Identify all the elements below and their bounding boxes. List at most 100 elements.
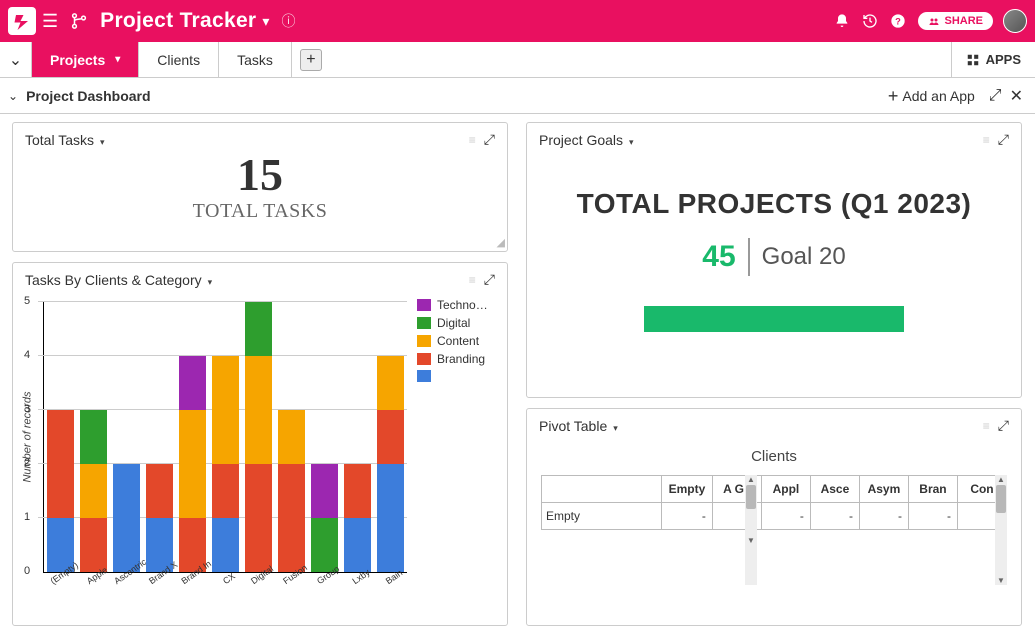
legend-item[interactable]: Content [417,334,503,348]
share-label: SHARE [944,15,983,27]
dashboard-title: Project Dashboard [26,88,150,104]
panel-title[interactable]: Tasks By Clients & Category [25,272,212,288]
drag-handle-icon[interactable]: ≡ [469,273,474,287]
legend-label: Digital [437,316,470,330]
pivot-cell: - [908,503,957,530]
chart-legend: Techno… Digital Content Branding [413,292,507,582]
pivot-col-header[interactable]: Empty [662,476,713,503]
left-column: Total Tasks ≡ ⤢ 15 TOTAL TASKS ◢ Tasks B… [12,122,508,626]
pivot-cell: - [761,503,810,530]
help-icon[interactable]: ? [884,9,912,33]
branch-icon[interactable] [64,8,94,34]
legend-item[interactable]: Branding [417,352,503,366]
pivot-col-header[interactable]: Bran [908,476,957,503]
fullscreen-icon[interactable]: ⤢ [985,83,1006,109]
legend-swatch [417,299,431,311]
pivot-table[interactable]: EmptyA G IApplAsceAsymBranConEmpty------… [541,475,1007,530]
tab-projects[interactable]: Projects [32,42,139,77]
share-button[interactable]: SHARE [918,12,993,30]
top-bar: ☰ Project Tracker ▾ ⓘ ? SHARE [0,0,1035,42]
progress-bar [644,306,904,332]
resize-handle-icon[interactable]: ◢ [497,236,505,249]
add-app-label: Add an App [902,88,974,104]
legend-swatch [417,317,431,329]
expand-icon[interactable]: ⤢ [998,417,1009,434]
scrollbar-v[interactable]: ▲ ▼ [745,475,757,585]
info-icon[interactable]: ⓘ [275,7,301,35]
legend-swatch [417,370,431,382]
right-column: Project Goals ≡ ⤢ TOTAL PROJECTS (Q1 202… [526,122,1022,626]
total-tasks-metric: 15 TOTAL TASKS [13,152,507,223]
legend-item[interactable]: Techno… [417,298,503,312]
apps-button[interactable]: APPS [951,42,1035,77]
app-logo[interactable] [8,7,36,35]
bar: Brand X [143,302,176,572]
collapse-icon[interactable]: ⌄ [8,89,18,103]
drag-handle-icon[interactable]: ≡ [983,419,988,433]
panel-tasks-chart: Tasks By Clients & Category ≡ ⤢ Number o… [12,262,508,626]
total-tasks-label: TOTAL TASKS [13,200,507,223]
legend-label: Techno… [437,298,488,312]
pivot-col-header[interactable]: Asym [859,476,908,503]
expand-icon[interactable]: ⤢ [484,271,495,288]
add-tab-button[interactable]: + [300,49,322,71]
bar: Fusion [275,302,308,572]
divider [748,238,750,276]
history-icon[interactable] [856,9,884,33]
panel-pivot-table: Pivot Table ≡ ⤢ Clients EmptyA G IApplAs… [526,408,1022,626]
bar: Group [308,302,341,572]
pivot-col-header[interactable]: Asce [810,476,859,503]
pivot-row-header[interactable]: Empty [542,503,662,530]
bar: Apple [77,302,110,572]
stacked-bar-chart: Number of records 012345 (Empty)AppleAsc… [13,292,507,596]
panel-project-goals: Project Goals ≡ ⤢ TOTAL PROJECTS (Q1 202… [526,122,1022,398]
panel-title[interactable]: Total Tasks [25,132,105,148]
dashboard-header: ⌄ Project Dashboard + Add an App ⤢ ✕ [0,78,1035,114]
svg-text:?: ? [896,16,902,26]
tab-label: Clients [157,52,200,68]
panel-title[interactable]: Project Goals [539,132,634,148]
expand-icon[interactable]: ⤢ [998,131,1009,148]
tab-label: Tasks [237,52,273,68]
tab-tasks[interactable]: Tasks [219,42,292,77]
goals-value: 45 [702,240,735,274]
tabs-collapse-icon[interactable]: ⌄ [0,42,32,77]
expand-icon[interactable]: ⤢ [484,131,495,148]
goals-headline: TOTAL PROJECTS (Q1 2023) [547,188,1001,220]
panel-title[interactable]: Pivot Table [539,418,618,434]
drag-handle-icon[interactable]: ≡ [983,133,988,147]
pivot-cell: - [662,503,713,530]
add-app-button[interactable]: + Add an App [888,88,975,104]
tab-clients[interactable]: Clients [139,42,219,77]
workspace-title[interactable]: Project Tracker [100,9,256,33]
dashboard-content: Total Tasks ≡ ⤢ 15 TOTAL TASKS ◢ Tasks B… [0,114,1035,634]
legend-item[interactable]: Digital [417,316,503,330]
drag-handle-icon[interactable]: ≡ [469,133,474,147]
scrollbar-v[interactable]: ▲ ▼ [995,475,1007,585]
close-icon[interactable]: ✕ [1006,82,1027,110]
bar: (Empty) [44,302,77,572]
legend-item[interactable] [417,370,503,382]
title-dropdown-icon[interactable]: ▾ [256,9,275,34]
goals-target: Goal 20 [762,243,846,271]
legend-swatch [417,335,431,347]
pivot-cell: - [810,503,859,530]
bar: CX [209,302,242,572]
bar: Lxby [341,302,374,572]
legend-swatch [417,353,431,365]
legend-label: Branding [437,352,485,366]
user-avatar[interactable] [1003,9,1027,33]
legend-label: Content [437,334,479,348]
pivot-group-title: Clients [541,448,1007,465]
chart-y-label: Number of records [22,391,34,482]
panel-total-tasks: Total Tasks ≡ ⤢ 15 TOTAL TASKS ◢ [12,122,508,252]
pivot-col-header[interactable]: Appl [761,476,810,503]
bar: Ascentric [110,302,143,572]
tabs-bar: ⌄ Projects Clients Tasks + APPS [0,42,1035,78]
total-tasks-value: 15 [13,152,507,198]
menu-icon[interactable]: ☰ [36,7,64,36]
apps-label: APPS [986,52,1021,67]
bar: Brand In [176,302,209,572]
bar: Digital [242,302,275,572]
bell-icon[interactable] [828,9,856,33]
